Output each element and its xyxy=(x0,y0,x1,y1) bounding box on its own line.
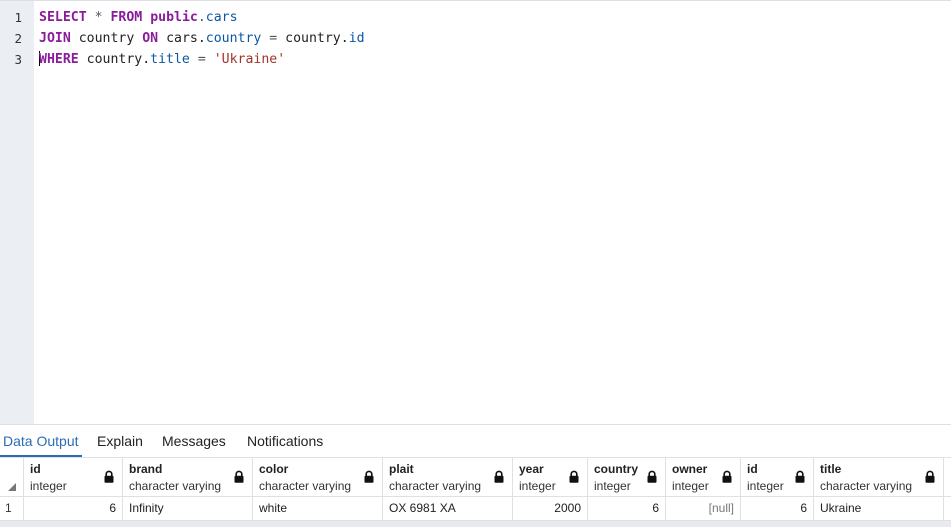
code-token: ON xyxy=(142,31,159,46)
corner-triangle-icon xyxy=(8,483,16,491)
column-header[interactable]: id integer xyxy=(24,458,123,497)
column-type: character varying xyxy=(129,479,222,493)
grid-header-row: id integer brand character varying color char… xyxy=(0,457,951,497)
column-header[interactable]: brand character varying xyxy=(123,458,253,497)
column-type: integer xyxy=(594,479,631,493)
column-name: owner xyxy=(672,462,708,476)
column-name: title xyxy=(820,462,842,476)
code-token: country. xyxy=(285,31,349,46)
column-type: integer xyxy=(30,479,67,493)
column-type: integer xyxy=(747,479,784,493)
table-row[interactable]: 1 6 Infinity white OX 6981 XA 2000 6 [null] 6 Ukr… xyxy=(0,497,951,521)
table-cell[interactable]: Infinity xyxy=(123,497,253,520)
lock-icon xyxy=(722,470,732,483)
code-token: id xyxy=(348,31,365,46)
lock-icon xyxy=(234,470,244,483)
column-header[interactable]: country integer xyxy=(588,458,666,497)
code-token: = xyxy=(189,52,214,67)
table-cell[interactable]: [null] xyxy=(666,497,741,520)
table-cell[interactable]: white xyxy=(253,497,383,520)
lock-icon xyxy=(925,470,935,483)
table-cell[interactable]: OX 6981 XA xyxy=(383,497,513,520)
code-token: cars xyxy=(205,10,238,25)
code-token: country xyxy=(70,31,143,46)
line-number: 1 xyxy=(14,10,22,25)
tab-messages[interactable]: Messages xyxy=(162,433,226,449)
column-name: plait xyxy=(389,462,414,476)
table-cell[interactable]: 2000 xyxy=(513,497,588,520)
line-number-gutter: 1 2 3 xyxy=(0,1,34,425)
column-name: year xyxy=(519,462,544,476)
column-type: integer xyxy=(519,479,556,493)
lock-icon xyxy=(364,470,374,483)
code-token: SELECT xyxy=(39,10,87,25)
column-header[interactable]: year integer xyxy=(513,458,588,497)
column-header[interactable]: title character varying xyxy=(814,458,944,497)
line-number: 2 xyxy=(14,31,22,46)
lock-icon xyxy=(569,470,579,483)
column-header[interactable]: plait character varying xyxy=(383,458,513,497)
column-type: character varying xyxy=(820,479,913,493)
code-token: 'Ukraine' xyxy=(213,52,286,67)
column-header[interactable]: color character varying xyxy=(253,458,383,497)
column-type: character varying xyxy=(259,479,352,493)
column-header[interactable]: owner integer xyxy=(666,458,741,497)
row-number[interactable]: 1 xyxy=(0,497,24,520)
lock-icon xyxy=(647,470,657,483)
code-token: WHERE xyxy=(39,52,79,67)
code-line: SELECT * FROM public.cars xyxy=(39,7,238,28)
code-token: title xyxy=(150,52,190,67)
column-name: id xyxy=(747,462,758,476)
lock-icon xyxy=(795,470,805,483)
code-line: JOIN country ON cars.country = country.i… xyxy=(39,28,365,49)
code-line: WHERE country.title = 'Ukraine' xyxy=(39,49,285,70)
code-token: country. xyxy=(78,52,151,67)
code-token: FROM xyxy=(110,10,143,25)
result-tabs: Data Output Explain Messages Notifications xyxy=(0,424,951,457)
column-type: integer xyxy=(672,479,709,493)
tab-notifications[interactable]: Notifications xyxy=(247,433,323,449)
table-cell[interactable]: 6 xyxy=(24,497,123,520)
code-token: = xyxy=(261,31,286,46)
code-token: JOIN xyxy=(39,31,71,46)
column-name: color xyxy=(259,462,289,476)
code-token: cars. xyxy=(158,31,206,46)
data-output-grid[interactable]: id integer brand character varying color char… xyxy=(0,457,951,527)
column-name: country xyxy=(594,462,639,476)
column-name: id xyxy=(30,462,41,476)
code-token: . xyxy=(197,10,206,25)
code-token: country xyxy=(205,31,262,46)
lock-icon xyxy=(104,470,114,483)
select-all-corner[interactable] xyxy=(0,458,24,497)
tab-explain[interactable]: Explain xyxy=(97,433,143,449)
code-token: public xyxy=(150,10,198,25)
tab-data-output[interactable]: Data Output xyxy=(3,433,79,449)
line-number: 3 xyxy=(14,52,22,67)
grid-empty-area xyxy=(0,521,951,527)
column-header[interactable]: id integer xyxy=(741,458,814,497)
code-token: * xyxy=(86,10,111,25)
column-type: character varying xyxy=(389,479,482,493)
table-cell[interactable]: 6 xyxy=(741,497,814,520)
table-cell[interactable]: 6 xyxy=(588,497,666,520)
lock-icon xyxy=(494,470,504,483)
sql-editor[interactable]: 123 SELECT * FROM public.cars JOIN countr… xyxy=(0,0,951,425)
table-cell[interactable]: Ukraine xyxy=(814,497,944,520)
column-name: brand xyxy=(129,462,163,476)
